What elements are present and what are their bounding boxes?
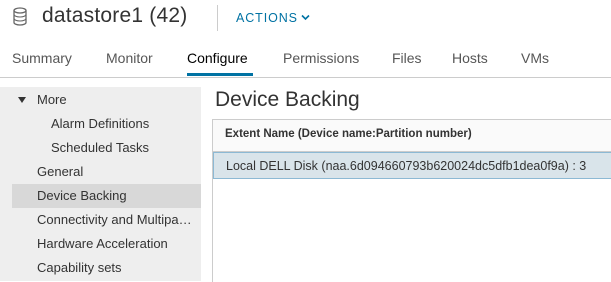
caret-down-icon <box>18 97 26 103</box>
sidebar-item-general[interactable]: General <box>0 160 189 184</box>
extent-name-cell: Local DELL Disk (naa.6d094660793b620024d… <box>226 159 587 173</box>
device-backing-grid: Extent Name (Device name:Partition numbe… <box>212 119 611 282</box>
chevron-down-icon <box>301 10 310 21</box>
header-divider <box>217 5 218 31</box>
tab-permissions[interactable]: Permissions <box>283 50 359 66</box>
sidebar-item-hardware-acceleration[interactable]: Hardware Acceleration <box>0 232 189 256</box>
table-row[interactable]: Local DELL Disk (naa.6d094660793b620024d… <box>213 152 611 179</box>
active-tab-indicator <box>187 73 253 76</box>
actions-menu-button[interactable]: ACTIONS <box>236 10 310 25</box>
tab-summary[interactable]: Summary <box>12 50 72 66</box>
sidebar-item-label: More <box>37 92 67 107</box>
datastore-icon <box>13 7 27 26</box>
sidebar-item-scheduled-tasks[interactable]: Scheduled Tasks <box>0 136 189 160</box>
configure-sidebar: More Alarm Definitions Scheduled Tasks G… <box>0 87 201 281</box>
sidebar-item-device-backing[interactable]: Device Backing <box>12 184 201 208</box>
tab-hosts[interactable]: Hosts <box>452 50 488 66</box>
grid-header: Extent Name (Device name:Partition numbe… <box>213 120 611 152</box>
object-header: datastore1 (42) ACTIONS <box>0 0 611 36</box>
sidebar-item-capability-sets[interactable]: Capability sets <box>0 256 189 280</box>
tab-configure[interactable]: Configure <box>187 50 248 66</box>
tab-files[interactable]: Files <box>392 50 422 66</box>
column-header-extent-name[interactable]: Extent Name (Device name:Partition numbe… <box>225 128 472 140</box>
actions-label: ACTIONS <box>236 11 298 25</box>
sidebar-item-alarm-definitions[interactable]: Alarm Definitions <box>0 112 189 136</box>
tab-monitor[interactable]: Monitor <box>106 50 153 66</box>
sidebar-item-connectivity-multipathing[interactable]: Connectivity and Multipathing <box>0 208 194 232</box>
tab-bar: Summary Monitor Configure Permissions Fi… <box>0 44 611 78</box>
page-title: datastore1 (42) <box>42 4 188 27</box>
sidebar-item-more[interactable]: More <box>12 88 201 112</box>
tab-vms[interactable]: VMs <box>521 50 549 66</box>
section-title: Device Backing <box>215 88 360 111</box>
